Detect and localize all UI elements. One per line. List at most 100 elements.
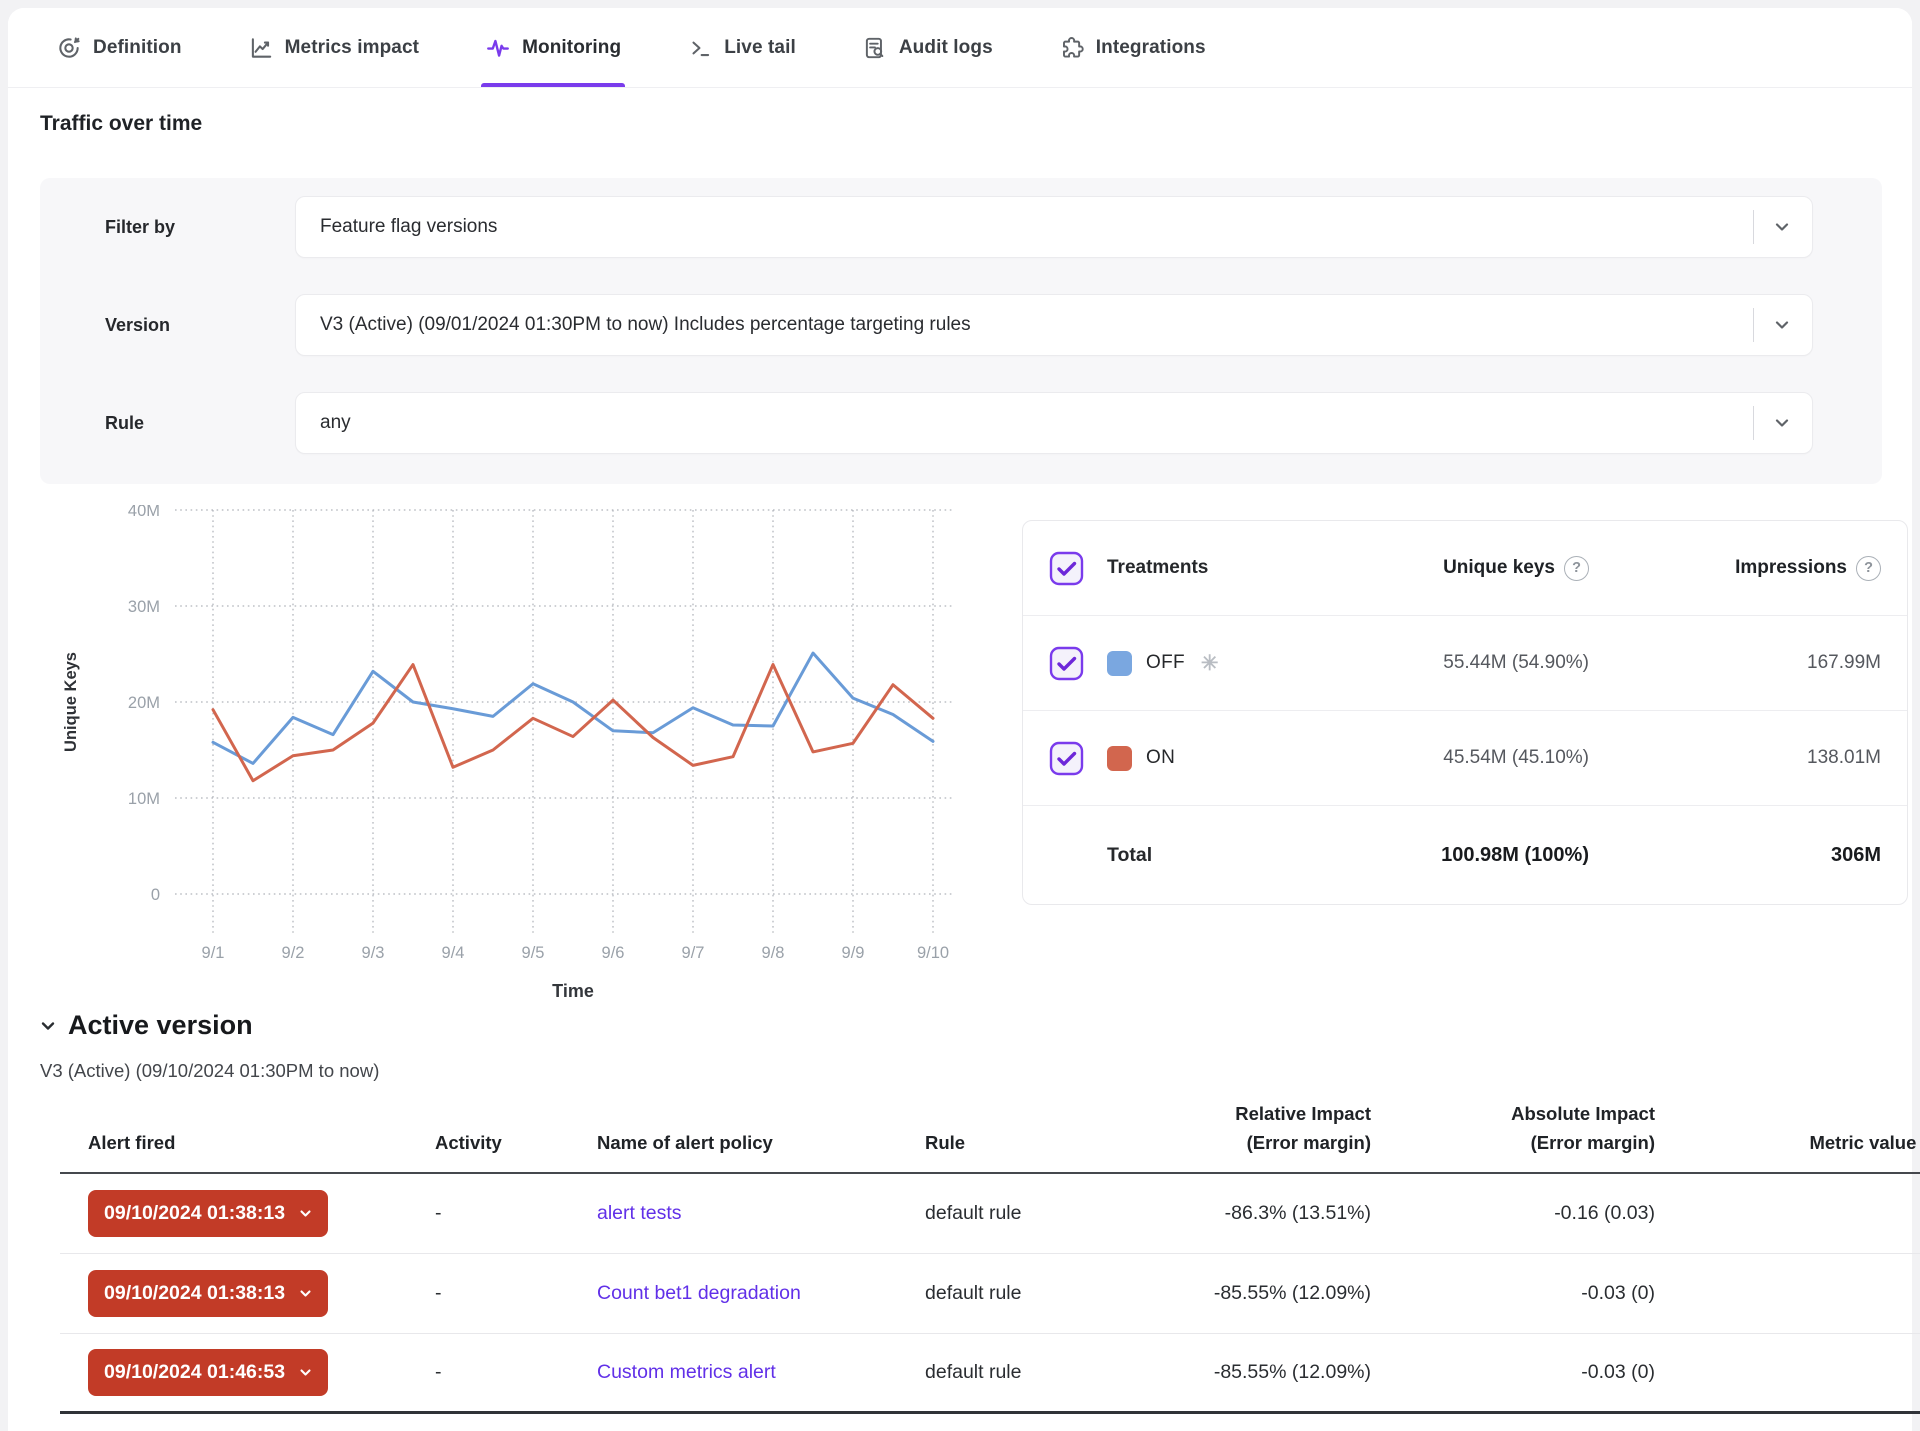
combo-divider xyxy=(1753,210,1754,244)
version-select[interactable]: V3 (Active) (09/01/2024 01:30PM to now) … xyxy=(295,294,1813,356)
total-label: Total xyxy=(1107,844,1377,867)
terminal-icon xyxy=(687,35,713,61)
metrics-chart-icon xyxy=(248,35,274,61)
on-checkbox[interactable] xyxy=(1049,741,1084,776)
off-color-swatch xyxy=(1107,651,1132,676)
active-version-title: Active version xyxy=(68,1010,253,1041)
unique-keys-column-header: Unique keys xyxy=(1443,557,1555,579)
active-version-toggle[interactable]: Active version xyxy=(38,1010,253,1041)
alert-metric-value: 0.03 ( xyxy=(1655,1361,1920,1384)
monitoring-pulse-icon xyxy=(485,35,511,61)
on-unique-keys: 45.54M (45.10%) xyxy=(1377,747,1589,769)
svg-text:Unique Keys: Unique Keys xyxy=(62,652,80,752)
off-impressions: 167.99M xyxy=(1589,652,1881,674)
tab-monitoring[interactable]: Monitoring xyxy=(485,8,621,87)
alert-metric-value: 0.19 ( xyxy=(1655,1202,1920,1225)
svg-text:40M: 40M xyxy=(128,505,160,520)
collapse-chevron-icon xyxy=(38,1016,58,1036)
page-title: Traffic over time xyxy=(40,112,202,136)
svg-text:9/9: 9/9 xyxy=(842,944,865,962)
chevron-down-icon xyxy=(298,1286,313,1301)
svg-text:9/1: 9/1 xyxy=(202,944,225,962)
filter-by-select[interactable]: Feature flag versions xyxy=(295,196,1813,258)
svg-text:9/6: 9/6 xyxy=(602,944,625,962)
chevron-down-icon xyxy=(298,1365,313,1380)
filter-by-value: Feature flag versions xyxy=(320,216,1741,238)
alert-fired-badge[interactable]: 09/10/2024 01:46:53 xyxy=(88,1349,328,1396)
version-value: V3 (Active) (09/01/2024 01:30PM to now) … xyxy=(320,314,1741,336)
tab-definition[interactable]: Definition xyxy=(56,8,182,87)
alert-absolute-impact: -0.03 (0) xyxy=(1371,1282,1655,1305)
svg-text:9/7: 9/7 xyxy=(682,944,705,962)
chevron-down-icon xyxy=(1772,217,1812,237)
select-all-checkbox[interactable] xyxy=(1049,551,1084,586)
col-rule: Rule xyxy=(925,1129,1155,1158)
alert-rule: default rule xyxy=(925,1282,1155,1305)
help-icon[interactable]: ? xyxy=(1856,556,1881,581)
svg-text:0: 0 xyxy=(151,886,160,904)
alert-activity: - xyxy=(435,1202,597,1225)
svg-text:9/2: 9/2 xyxy=(282,944,305,962)
alert-relative-impact: -85.55% (12.09%) xyxy=(1155,1361,1371,1384)
treatments-header-row: Treatments Unique keys? Impressions? xyxy=(1023,521,1907,616)
alert-rule: default rule xyxy=(925,1202,1155,1225)
alert-relative-impact: -86.3% (13.51%) xyxy=(1155,1202,1371,1225)
alert-absolute-impact: -0.03 (0) xyxy=(1371,1361,1655,1384)
svg-text:10M: 10M xyxy=(128,790,160,808)
tab-integrations[interactable]: Integrations xyxy=(1059,8,1206,87)
on-impressions: 138.01M xyxy=(1589,747,1881,769)
tab-bar: Definition Metrics impact Monitoring Liv… xyxy=(8,8,1912,88)
tab-label: Definition xyxy=(93,37,182,59)
alert-relative-impact: -85.55% (12.09%) xyxy=(1155,1282,1371,1305)
alert-rule: default rule xyxy=(925,1361,1155,1384)
treatments-card: Treatments Unique keys? Impressions? OFF… xyxy=(1022,520,1908,905)
tab-live-tail[interactable]: Live tail xyxy=(687,8,796,87)
alert-fired-badge[interactable]: 09/10/2024 01:38:13 xyxy=(88,1190,328,1237)
off-checkbox[interactable] xyxy=(1049,646,1084,681)
chevron-down-icon xyxy=(298,1206,313,1221)
tab-audit-logs[interactable]: Audit logs xyxy=(862,8,993,87)
tab-label: Integrations xyxy=(1096,37,1206,59)
treatments-total-row: Total 100.98M (100%) 306M xyxy=(1023,806,1907,904)
traffic-chart-svg: 010M20M30M40M9/19/29/39/49/59/69/79/89/9… xyxy=(60,505,970,1005)
on-color-swatch xyxy=(1107,746,1132,771)
svg-text:Time: Time xyxy=(552,981,594,1001)
alert-activity: - xyxy=(435,1361,597,1384)
filter-row-rule: Rule any xyxy=(105,392,1813,454)
alert-policy-link[interactable]: alert tests xyxy=(597,1202,682,1224)
help-icon[interactable]: ? xyxy=(1564,556,1589,581)
filter-row-filter-by: Filter by Feature flag versions xyxy=(105,196,1813,258)
col-relative-impact: Relative Impact(Error margin) xyxy=(1155,1100,1371,1157)
svg-text:20M: 20M xyxy=(128,694,160,712)
audit-logs-icon xyxy=(862,35,888,61)
default-treatment-icon: ✳ xyxy=(1201,651,1219,676)
alert-policy-link[interactable]: Custom metrics alert xyxy=(597,1361,776,1383)
puzzle-icon xyxy=(1059,35,1085,61)
svg-text:9/4: 9/4 xyxy=(442,944,465,962)
tab-label: Audit logs xyxy=(899,37,993,59)
rule-select[interactable]: any xyxy=(295,392,1813,454)
active-version-subtitle: V3 (Active) (09/10/2024 01:30PM to now) xyxy=(40,1060,379,1082)
alert-row-3: 09/10/2024 01:46:53 - Custom metrics ale… xyxy=(60,1334,1920,1414)
active-tab-underline xyxy=(481,83,625,87)
tab-label: Metrics impact xyxy=(285,37,419,59)
treatments-column-header: Treatments xyxy=(1107,557,1377,579)
alert-fired-badge[interactable]: 09/10/2024 01:38:13 xyxy=(88,1270,328,1317)
combo-divider xyxy=(1753,406,1754,440)
svg-text:9/3: 9/3 xyxy=(362,944,385,962)
filter-by-label: Filter by xyxy=(105,217,295,238)
treatment-row-on: ON 45.54M (45.10%) 138.01M xyxy=(1023,711,1907,806)
chevron-down-icon xyxy=(1772,413,1812,433)
alert-absolute-impact: -0.16 (0.03) xyxy=(1371,1202,1655,1225)
col-policy-name: Name of alert policy xyxy=(597,1129,925,1158)
col-activity: Activity xyxy=(435,1129,597,1158)
tab-metrics-impact[interactable]: Metrics impact xyxy=(248,8,419,87)
chevron-down-icon xyxy=(1772,315,1812,335)
version-label: Version xyxy=(105,315,295,336)
alert-metric-value: 0.03 ( xyxy=(1655,1282,1920,1305)
tab-label: Monitoring xyxy=(522,37,621,59)
alert-policy-link[interactable]: Count bet1 degradation xyxy=(597,1282,801,1304)
col-alert-fired: Alert fired xyxy=(88,1129,435,1158)
traffic-chart: 010M20M30M40M9/19/29/39/49/59/69/79/89/9… xyxy=(60,505,970,1005)
off-unique-keys: 55.44M (54.90%) xyxy=(1377,652,1589,674)
